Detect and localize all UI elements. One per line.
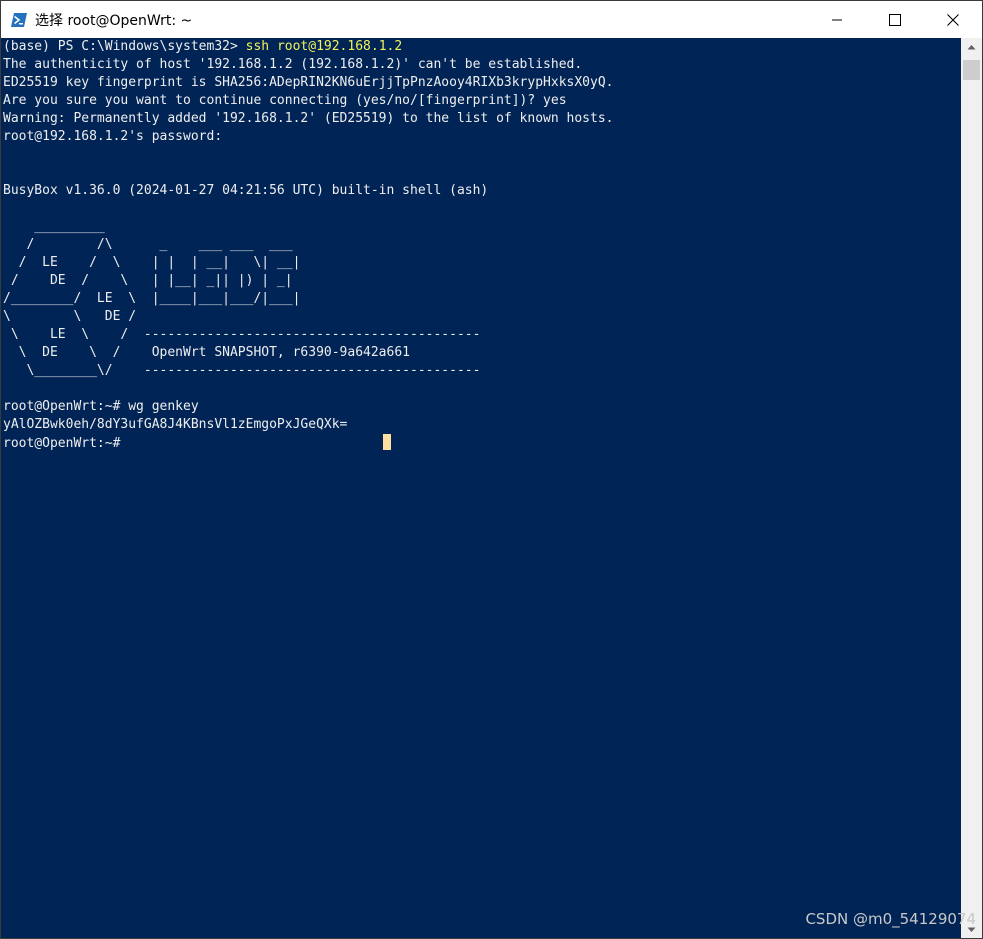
watermark-text: CSDN @m0_54129074 [805, 910, 976, 928]
banner-line: \ \ DE / [3, 309, 137, 324]
banner-line: /________/ LE \ |____|___|___/|___| [3, 291, 301, 306]
terminal-window: 选择 root@OpenWrt: ~ (base) PS C:\Windows\… [0, 0, 983, 939]
powershell-icon [11, 12, 27, 27]
minimize-icon [832, 19, 842, 20]
text-cursor [383, 434, 392, 450]
window-title: 选择 root@OpenWrt: ~ [35, 12, 193, 29]
terminal-line: ED25519 key fingerprint is SHA256:ADepRI… [3, 75, 614, 90]
caption-buttons [808, 1, 982, 38]
chevron-up-icon [967, 44, 976, 49]
terminal-line: root@192.168.1.2's password: [3, 129, 223, 144]
title-bar[interactable]: 选择 root@OpenWrt: ~ [1, 1, 982, 38]
banner-line: \________\/ ----------------------------… [3, 363, 481, 378]
banner-line: \ LE \ / -------------------------------… [3, 327, 481, 342]
vertical-scrollbar[interactable] [961, 38, 982, 938]
minimize-button[interactable] [808, 1, 866, 38]
banner-line: / /\ _ ___ ___ ___ [3, 237, 293, 252]
terminal-line: (base) PS C:\Windows\system32> ssh root@… [3, 38, 961, 56]
scroll-up-button[interactable] [961, 38, 982, 55]
maximize-button[interactable] [866, 1, 924, 38]
prompt-text: root@OpenWrt:~# [3, 436, 121, 451]
banner-line: / DE / \ | |__| _|| |) | _| [3, 273, 293, 288]
prompt-text: (base) PS C:\Windows\system32> [3, 39, 246, 54]
terminal-output[interactable]: (base) PS C:\Windows\system32> ssh root@… [1, 38, 961, 938]
terminal-line: BusyBox v1.36.0 (2024-01-27 04:21:56 UTC… [3, 183, 489, 198]
terminal-line: Are you sure you want to continue connec… [3, 93, 567, 108]
terminal-line: The authenticity of host '192.168.1.2 (1… [3, 57, 583, 72]
close-button[interactable] [924, 1, 982, 38]
banner-line: / LE / \ | | | __| \| __| [3, 255, 301, 270]
terminal-line: yAlOZBwk0eh/8dY3ufGA8J4KBnsVl1zEmgoPxJGe… [3, 417, 348, 432]
command-text: ssh root@192.168.1.2 [245, 39, 403, 54]
close-icon [947, 13, 959, 26]
terminal-line: Warning: Permanently added '192.168.1.2'… [3, 111, 614, 126]
maximize-icon [889, 13, 901, 26]
banner-line: _________ [3, 219, 105, 234]
terminal-line: root@OpenWrt:~# [3, 434, 961, 452]
banner-line: \ DE \ / OpenWrt SNAPSHOT, r6390-9a642a6… [3, 345, 410, 360]
terminal-line: root@OpenWrt:~# wg genkey [3, 399, 199, 414]
scroll-thumb[interactable] [963, 60, 980, 80]
